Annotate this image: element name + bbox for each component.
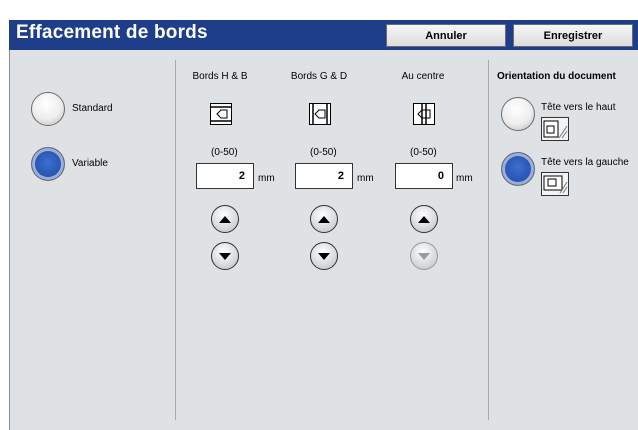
center-unit: mm [456, 173, 473, 184]
center-heading: Au centre [401, 71, 445, 82]
left-right-input[interactable]: 2 [295, 163, 353, 189]
arrow-down-icon [219, 252, 231, 260]
top-bottom-heading: Bords H & B [192, 71, 248, 82]
variable-label: Variable [72, 158, 108, 169]
head-up-radio[interactable] [501, 97, 535, 131]
page-title: Effacement de bords [16, 22, 208, 43]
arrow-down-icon [418, 252, 430, 260]
top-bottom-decrease-button[interactable] [211, 242, 239, 270]
standard-label: Standard [72, 103, 113, 114]
arrow-down-icon [318, 252, 330, 260]
left-right-decrease-button[interactable] [310, 242, 338, 270]
edge-left-right-icon [309, 103, 331, 125]
center-input[interactable]: 0 [395, 163, 453, 189]
head-up-document-icon [541, 117, 569, 141]
center-range: (0-50) [410, 147, 437, 158]
center-decrease-button[interactable] [410, 242, 438, 270]
center-increase-button[interactable] [410, 205, 438, 233]
cancel-button[interactable]: Annuler [386, 24, 506, 47]
divider-left [175, 60, 176, 420]
left-right-heading: Bords G & D [290, 71, 348, 82]
arrow-up-icon [219, 215, 231, 223]
head-left-label: Tête vers la gauche [541, 157, 629, 168]
head-left-radio[interactable] [501, 152, 535, 186]
left-right-increase-button[interactable] [310, 205, 338, 233]
top-bottom-increase-button[interactable] [211, 205, 239, 233]
edge-top-bottom-icon [210, 103, 232, 125]
orientation-heading: Orientation du document [497, 71, 616, 82]
top-bottom-unit: mm [258, 173, 275, 184]
standard-radio[interactable] [31, 92, 65, 126]
save-button[interactable]: Enregistrer [513, 24, 633, 47]
top-bottom-input[interactable]: 2 [196, 163, 254, 189]
arrow-up-icon [318, 215, 330, 223]
left-right-unit: mm [357, 173, 374, 184]
head-left-document-icon [541, 172, 569, 196]
variable-radio[interactable] [31, 147, 65, 181]
left-right-range: (0-50) [310, 147, 337, 158]
divider-right [488, 60, 489, 420]
edge-center-icon [413, 103, 435, 125]
top-bottom-range: (0-50) [211, 147, 238, 158]
arrow-up-icon [418, 215, 430, 223]
head-up-label: Tête vers le haut [541, 102, 616, 113]
